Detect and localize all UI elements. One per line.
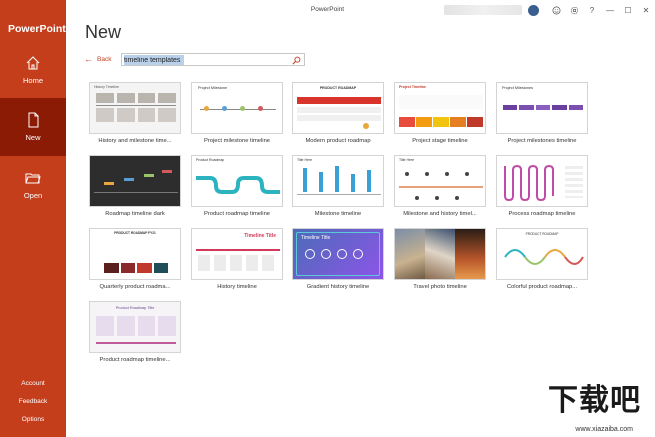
app-brand: PowerPoint (8, 23, 66, 35)
thumb-title: History Timeline (94, 85, 119, 89)
settings-gear-icon[interactable] (565, 2, 583, 18)
template-thumbnail: Product Roadmap Title (89, 301, 181, 353)
template-tile[interactable]: Product Roadmap Title Product roadmap ti… (89, 301, 181, 363)
folder-open-icon (25, 173, 41, 184)
sidebar-item-home[interactable]: Home (0, 52, 66, 96)
home-icon (26, 56, 40, 70)
search-input[interactable] (124, 55, 292, 65)
template-thumbnail (394, 228, 486, 280)
template-caption: Project milestone timeline (203, 138, 271, 144)
maximize-button[interactable]: ☐ (619, 2, 637, 18)
template-caption: Gradient history timeline (306, 284, 370, 290)
template-thumbnail: Product Roadmap (191, 155, 283, 207)
colorful-wave-graphic (504, 249, 584, 265)
template-caption: Project milestones timeline (507, 138, 577, 144)
back-label: Back (97, 55, 112, 63)
template-thumbnail: Project Milestone (191, 82, 283, 134)
thumb-title: Timeline Title (244, 233, 276, 239)
template-caption: Product roadmap timeline (203, 211, 271, 217)
minimize-button[interactable]: — (601, 2, 619, 18)
search-icon[interactable] (292, 56, 301, 65)
template-thumbnail: Timeline Title (292, 228, 384, 280)
template-caption: Travel photo timeline (413, 284, 467, 290)
template-caption: Quarterly product roadma... (99, 284, 171, 290)
template-thumbnail: PRODUCT ROADMAP FY21 (89, 228, 181, 280)
template-thumbnail: Title Here (394, 155, 486, 207)
sidebar-item-open[interactable]: Open (0, 170, 66, 210)
template-caption: Product roadmap timeline... (99, 357, 171, 363)
sidebar-link-options[interactable]: Options (0, 416, 66, 423)
template-caption: History timeline (217, 284, 257, 290)
template-tile[interactable]: Process roadmap timeline (496, 155, 588, 217)
template-caption: Process roadmap timeline (508, 211, 576, 217)
template-thumbnail: Title Here (292, 155, 384, 207)
avatar[interactable] (528, 4, 539, 16)
template-caption: Milestone and history timel... (403, 211, 477, 217)
sidebar-link-feedback[interactable]: Feedback (0, 398, 66, 405)
template-tile[interactable]: PRODUCT ROADMAP Modern product roadmap (292, 82, 384, 144)
watermark-url: www.xiazaiba.com (575, 426, 633, 433)
sidebar-item-new[interactable]: New (0, 98, 66, 156)
thumb-title: Timeline Title (301, 235, 331, 241)
sidebar-item-label: Home (22, 76, 43, 85)
smiley-icon[interactable] (547, 2, 565, 18)
sidebar-item-label: Open (23, 191, 43, 200)
template-thumbnail: Project Timeline (394, 82, 486, 134)
template-tile[interactable]: Title Here Milestone and history timel..… (394, 155, 486, 217)
template-tile[interactable]: Project Milestones Project milestones ti… (496, 82, 588, 144)
template-tile[interactable]: PRODUCT ROADMAP Colorful product roadmap… (496, 228, 588, 290)
back-arrow-icon: ← (84, 54, 93, 64)
template-caption: Colorful product roadmap... (506, 284, 578, 290)
template-caption: History and milestone time... (98, 138, 172, 144)
template-tile[interactable]: Travel photo timeline (394, 228, 486, 290)
page-title: New (85, 22, 122, 42)
thumb-title: Project Milestone (198, 86, 228, 90)
template-tile[interactable]: Timeline Title Gradient history timeline (292, 228, 384, 290)
titlebar-controls: ? — ☐ ✕ (444, 2, 655, 18)
template-thumbnail: Project Milestones (496, 82, 588, 134)
template-tile[interactable]: Roadmap timeline dark (89, 155, 181, 217)
template-tile[interactable]: PRODUCT ROADMAP FY21 Quarterly product r… (89, 228, 181, 290)
template-tile[interactable]: Product Roadmap Product roadmap timeline (191, 155, 283, 217)
template-tile[interactable]: Project Milestone Project milestone time… (191, 82, 283, 144)
search-box (121, 53, 305, 66)
sidebar-link-account[interactable]: Account (0, 380, 66, 387)
thumb-title: PRODUCT ROADMAP (319, 86, 357, 90)
thumb-title: Title Here (297, 158, 313, 162)
template-caption: Roadmap timeline dark (105, 211, 165, 217)
template-tile[interactable]: Title Here Milestone timeline (292, 155, 384, 217)
thumb-title: Title Here (399, 158, 415, 162)
template-tile[interactable]: Project Timeline Project stage timeline (394, 82, 486, 144)
thumb-title: PRODUCT ROADMAP FY21 (114, 231, 156, 235)
user-name-blurred (444, 5, 522, 15)
template-thumbnail: History Timeline (89, 82, 181, 134)
template-thumbnail: PRODUCT ROADMAP (496, 228, 588, 280)
template-thumbnail (496, 155, 588, 207)
help-button[interactable]: ? (583, 2, 601, 18)
thumb-title: Project Milestones (502, 86, 534, 90)
thumb-title: Project Timeline (399, 85, 426, 89)
template-caption: Project stage timeline (412, 138, 468, 144)
template-thumbnail: PRODUCT ROADMAP (292, 82, 384, 134)
back-button[interactable]: ← Back (84, 54, 111, 64)
template-caption: Milestone timeline (314, 211, 362, 217)
watermark-logo: 下载吧 (548, 383, 641, 418)
sidebar-item-label: New (25, 133, 41, 142)
template-thumbnail (89, 155, 181, 207)
template-caption: Modern product roadmap (305, 138, 371, 144)
roadmap-wave-graphic (196, 176, 280, 194)
template-tile[interactable]: Timeline Title History timeline (191, 228, 283, 290)
sidebar: PowerPoint Home New Open Account Feedbac… (0, 0, 66, 437)
new-file-icon (28, 112, 39, 128)
thumb-title: Product Roadmap Title (115, 306, 155, 310)
close-button[interactable]: ✕ (637, 2, 655, 18)
template-tile[interactable]: History Timeline History and milestone t… (89, 82, 181, 144)
template-thumbnail: Timeline Title (191, 228, 283, 280)
